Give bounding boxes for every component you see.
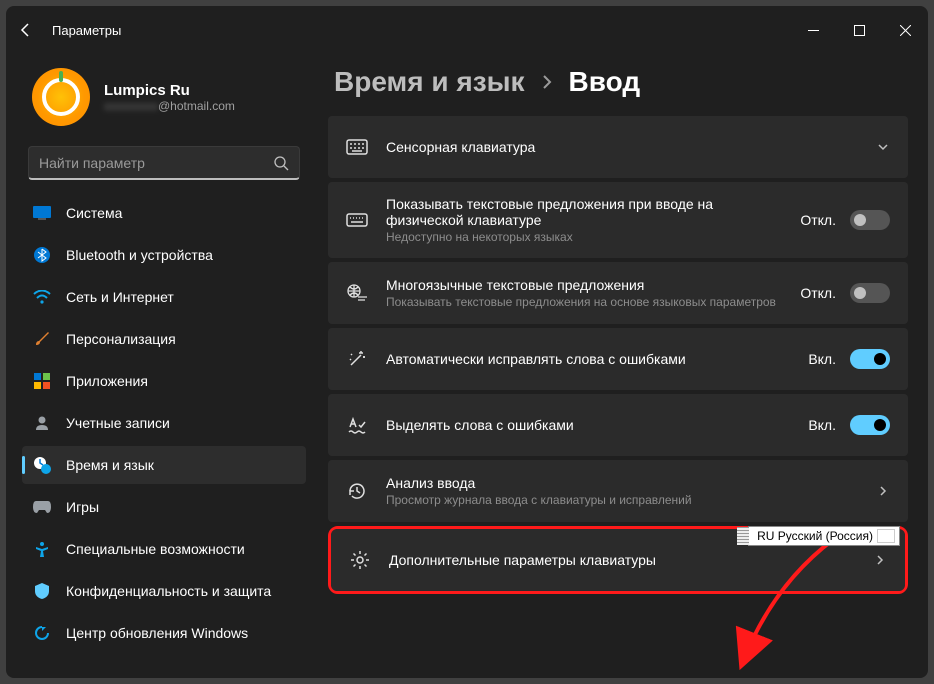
sidebar-item-time-lang[interactable]: Время и язык	[22, 446, 306, 484]
setting-highlight-misspelled[interactable]: Выделять слова с ошибками Вкл.	[328, 394, 908, 456]
language-indicator[interactable]: RU Русский (Россия)	[748, 526, 900, 546]
titlebar: Параметры	[6, 6, 928, 54]
chevron-right-icon	[541, 73, 553, 91]
spellcheck-icon	[346, 414, 368, 436]
toggle-switch[interactable]	[850, 415, 890, 435]
search-box[interactable]	[28, 146, 300, 180]
sidebar-item-privacy[interactable]: Конфиденциальность и защита	[22, 572, 306, 610]
bluetooth-icon	[32, 245, 52, 265]
sidebar-item-bluetooth[interactable]: Bluetooth и устройства	[22, 236, 306, 274]
sidebar-item-gaming[interactable]: Игры	[22, 488, 306, 526]
sidebar: Lumpics Ru xxxxxxxxx@hotmail.com Система…	[6, 54, 316, 678]
profile-block[interactable]: Lumpics Ru xxxxxxxxx@hotmail.com	[22, 62, 306, 142]
chevron-right-icon	[876, 484, 890, 498]
sidebar-item-update[interactable]: Центр обновления Windows	[22, 614, 306, 652]
sidebar-item-personalization[interactable]: Персонализация	[22, 320, 306, 358]
chevron-right-icon	[873, 553, 887, 567]
person-icon	[32, 413, 52, 433]
toggle-switch[interactable]	[850, 210, 890, 230]
close-button[interactable]	[882, 12, 928, 48]
clock-globe-icon	[32, 455, 52, 475]
gamepad-icon	[32, 497, 52, 517]
breadcrumb-parent[interactable]: Время и язык	[334, 66, 525, 98]
wifi-icon	[32, 287, 52, 307]
window-title: Параметры	[52, 23, 121, 38]
maximize-button[interactable]	[836, 12, 882, 48]
shield-icon	[32, 581, 52, 601]
sidebar-nav: Система Bluetooth и устройства Сеть и Ин…	[22, 194, 306, 652]
wand-icon	[346, 348, 368, 370]
history-icon	[346, 480, 368, 502]
chevron-down-icon	[876, 140, 890, 154]
gear-icon	[349, 549, 371, 571]
system-icon	[32, 203, 52, 223]
apps-icon	[32, 371, 52, 391]
sidebar-item-accessibility[interactable]: Специальные возможности	[22, 530, 306, 568]
setting-autocorrect[interactable]: Автоматически исправлять слова с ошибкам…	[328, 328, 908, 390]
search-icon	[273, 155, 289, 171]
setting-physical-kb-suggestions[interactable]: Показывать текстовые предложения при вво…	[328, 182, 908, 258]
keyboard-small-icon	[346, 209, 368, 231]
setting-multilang-suggestions[interactable]: Многоязычные текстовые предложения Показ…	[328, 262, 908, 324]
breadcrumb-current: Ввод	[569, 66, 641, 98]
avatar	[32, 68, 90, 126]
update-icon	[32, 623, 52, 643]
toggle-switch[interactable]	[850, 349, 890, 369]
brush-icon	[32, 329, 52, 349]
globe-text-icon	[346, 282, 368, 304]
setting-typing-insights[interactable]: Анализ ввода Просмотр журнала ввода с кл…	[328, 460, 908, 522]
sidebar-item-network[interactable]: Сеть и Интернет	[22, 278, 306, 316]
toggle-switch[interactable]	[850, 283, 890, 303]
keyboard-icon	[346, 136, 368, 158]
sidebar-item-apps[interactable]: Приложения	[22, 362, 306, 400]
profile-name: Lumpics Ru	[104, 82, 235, 99]
settings-window: Параметры Lumpics Ru xxxxxxxxx@hotmail.c…	[6, 6, 928, 678]
accessibility-icon	[32, 539, 52, 559]
back-button[interactable]	[6, 6, 46, 54]
sidebar-item-accounts[interactable]: Учетные записи	[22, 404, 306, 442]
sidebar-item-system[interactable]: Система	[22, 194, 306, 232]
search-input[interactable]	[39, 155, 273, 171]
minimize-button[interactable]	[790, 12, 836, 48]
main-panel: Время и язык Ввод Сенсорная клавиатура П…	[316, 54, 928, 678]
profile-email: xxxxxxxxx@hotmail.com	[104, 99, 235, 113]
breadcrumb: Время и язык Ввод	[334, 66, 908, 98]
setting-touch-keyboard[interactable]: Сенсорная клавиатура	[328, 116, 908, 178]
